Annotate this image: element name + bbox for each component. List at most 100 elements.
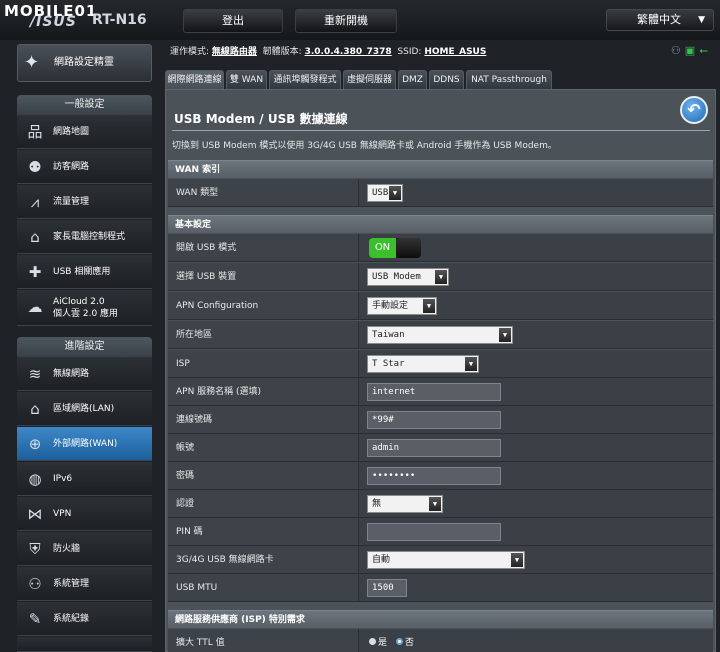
tab-internet[interactable]: 網際網路連線 (165, 70, 224, 89)
apn-config-select[interactable]: 手動設定 ▼ (367, 297, 437, 315)
sidebar-item-sublabel: 個人雲 2.0 應用 (53, 308, 119, 319)
value-cell: internet (358, 378, 713, 405)
sidebar-item-firewall[interactable]: ⛨ 防火牆 (17, 532, 152, 566)
asus-logo: /ISUS (30, 14, 77, 30)
mtu-row: USB MTU 1500 (168, 574, 713, 602)
tab-dual-wan[interactable]: 雙 WAN (226, 70, 267, 89)
lan-icon: ⌂ (30, 400, 40, 418)
ttl-no-label: 否 (404, 638, 414, 648)
value-cell: T Star ▼ (358, 350, 713, 377)
usb-device-row: 選擇 USB 裝置 USB Modem ▼ (168, 263, 713, 291)
network-status-icon[interactable]: ▣ (685, 44, 699, 57)
pin-input[interactable] (367, 523, 501, 541)
apn-name-label: APN 服務名稱 (選填) (176, 387, 262, 397)
sidebar-item-guest-network[interactable]: ⚉ 訪客網路 (17, 150, 152, 184)
divider (172, 130, 710, 131)
auth-row: 認證 無 ▼ (168, 490, 713, 518)
usb-device-value: USB Modem (372, 272, 421, 282)
usb-status-icon[interactable]: ⭠ (699, 44, 712, 57)
mtu-input[interactable]: 1500 (367, 579, 407, 597)
apn-name-input[interactable]: internet (367, 383, 501, 401)
sidebar-item-label: 訪客網路 (53, 161, 90, 172)
vpn-icon: ⋈ (27, 505, 43, 523)
sidebar-item-parental[interactable]: ⌂ 家長電腦控制程式 (17, 220, 152, 254)
sidebar-item-traffic[interactable]: ⩘ 流量管理 (17, 185, 152, 219)
value-cell: USB Modem ▼ (358, 263, 713, 290)
auth-value: 無 (372, 499, 382, 509)
chevron-down-icon: ▼ (465, 357, 477, 371)
top-bar: MOBILE01 /ISUS RT-N16 登出 重新開機 繁體中文 ▼ (0, 0, 720, 40)
back-button[interactable]: ↶ (680, 96, 708, 124)
tab-virtual-server[interactable]: 虛擬伺服器 (343, 70, 396, 89)
account-row: 帳號 admin (168, 434, 713, 462)
password-label: 密碼 (176, 471, 195, 481)
value-cell: •••••••• (358, 462, 713, 489)
sidebar-item-label: 防火牆 (53, 543, 81, 554)
sidebar-item-lan[interactable]: ⌂ 區域網路(LAN) (17, 392, 152, 426)
enable-usb-row: 開啟 USB 模式 ON (168, 234, 713, 262)
apn-name-row: APN 服務名稱 (選填) internet (168, 378, 713, 406)
dial-number-input[interactable]: *99# (367, 411, 501, 429)
ttl-yes-radio[interactable] (369, 638, 376, 645)
isp-select[interactable]: T Star ▼ (367, 355, 479, 373)
auth-select[interactable]: 無 ▼ (367, 495, 443, 513)
clients-icon[interactable]: ⚇ (671, 44, 685, 57)
tab-nat-passthrough[interactable]: NAT Passthrough (466, 70, 552, 89)
wan-index-header: WAN 索引 (168, 160, 713, 178)
cloud-icon: ☁ (27, 298, 43, 316)
ttl-no-radio[interactable] (395, 638, 403, 645)
wan-type-label: WAN 類型 (176, 188, 219, 198)
chevron-down-icon: ▼ (511, 553, 523, 567)
sidebar-item-label: VPN (53, 508, 72, 519)
sidebar-item-label: AiCloud 2.0 (53, 296, 105, 307)
chevron-down-icon: ▼ (435, 270, 447, 284)
admin-icon: ⚇ (28, 575, 42, 593)
op-mode-link[interactable]: 無線路由器 (212, 47, 257, 57)
sidebar-item-wan[interactable]: ⊕ 外部網路(WAN) (17, 427, 152, 461)
adapter-select[interactable]: 自動 ▼ (367, 551, 525, 569)
isp-special-header: 網路服務供應商 (ISP) 特別需求 (168, 610, 713, 628)
sidebar-item-ipv6[interactable]: ◍ IPv6 (17, 462, 152, 496)
quick-setup-button[interactable]: ✦ 網路設定精靈 (17, 44, 152, 82)
sidebar-item-partial[interactable] (17, 637, 152, 652)
sidebar-item-label: IPv6 (53, 473, 73, 484)
location-select[interactable]: Taiwan ▼ (367, 326, 513, 344)
sidebar-item-label-group: AiCloud 2.0 個人雲 2.0 應用 (53, 296, 118, 320)
page-description: 切換到 USB Modem 模式以使用 3G/4G USB 無線網路卡或 And… (172, 141, 557, 151)
chevron-down-icon: ▼ (429, 497, 441, 511)
enable-usb-toggle[interactable]: ON (369, 238, 421, 258)
firmware-label: 韌體版本: (262, 47, 302, 57)
sidebar-item-wireless[interactable]: ≋ 無線網路 (17, 357, 152, 391)
wan-type-row: WAN 類型 USB ▼ (168, 179, 713, 207)
sidebar-item-label: 外部網路(WAN) (53, 438, 118, 449)
sidebar-item-network-map[interactable]: 品 網路地圖 (17, 115, 152, 149)
traffic-icon: ⩘ (30, 193, 40, 211)
logout-button[interactable]: 登出 (183, 9, 283, 33)
tab-ddns[interactable]: DDNS (429, 70, 464, 89)
sidebar-item-aicloud[interactable]: ☁ AiCloud 2.0 個人雲 2.0 應用 (17, 290, 152, 326)
tab-dmz[interactable]: DMZ (398, 70, 427, 89)
wan-type-select[interactable]: USB ▼ (367, 184, 403, 202)
firmware-link[interactable]: 3.0.0.4.380_7378 (305, 47, 392, 57)
parental-icon: ⌂ (30, 228, 40, 246)
language-select[interactable]: 繁體中文 ▼ (606, 9, 714, 31)
tab-port-trigger[interactable]: 通訊埠觸發程式 (269, 70, 341, 89)
sidebar-item-vpn[interactable]: ⋈ VPN (17, 497, 152, 531)
password-input[interactable]: •••••••• (367, 467, 501, 485)
isp-value: T Star (372, 359, 405, 369)
sidebar-item-usb-app[interactable]: ✚ USB 相關應用 (17, 255, 152, 289)
page-title: USB Modem / USB 數據連線 (174, 112, 348, 126)
sidebar-item-log[interactable]: ✎ 系統紀錄 (17, 602, 152, 636)
wireless-icon: ≋ (28, 365, 42, 383)
isp-label: ISP (176, 359, 190, 369)
value-cell: 1500 (358, 574, 713, 601)
value-cell: admin (358, 434, 713, 461)
usb-device-select[interactable]: USB Modem ▼ (367, 268, 449, 286)
ssid-link[interactable]: HOME_ASUS (424, 47, 486, 57)
sidebar-item-admin[interactable]: ⚇ 系統管理 (17, 567, 152, 601)
account-label: 帳號 (176, 443, 195, 453)
reboot-button[interactable]: 重新開機 (295, 9, 397, 33)
ttl-yes-label: 是 (378, 638, 388, 648)
usb-device-label: 選擇 USB 裝置 (176, 272, 237, 282)
account-input[interactable]: admin (367, 439, 501, 457)
